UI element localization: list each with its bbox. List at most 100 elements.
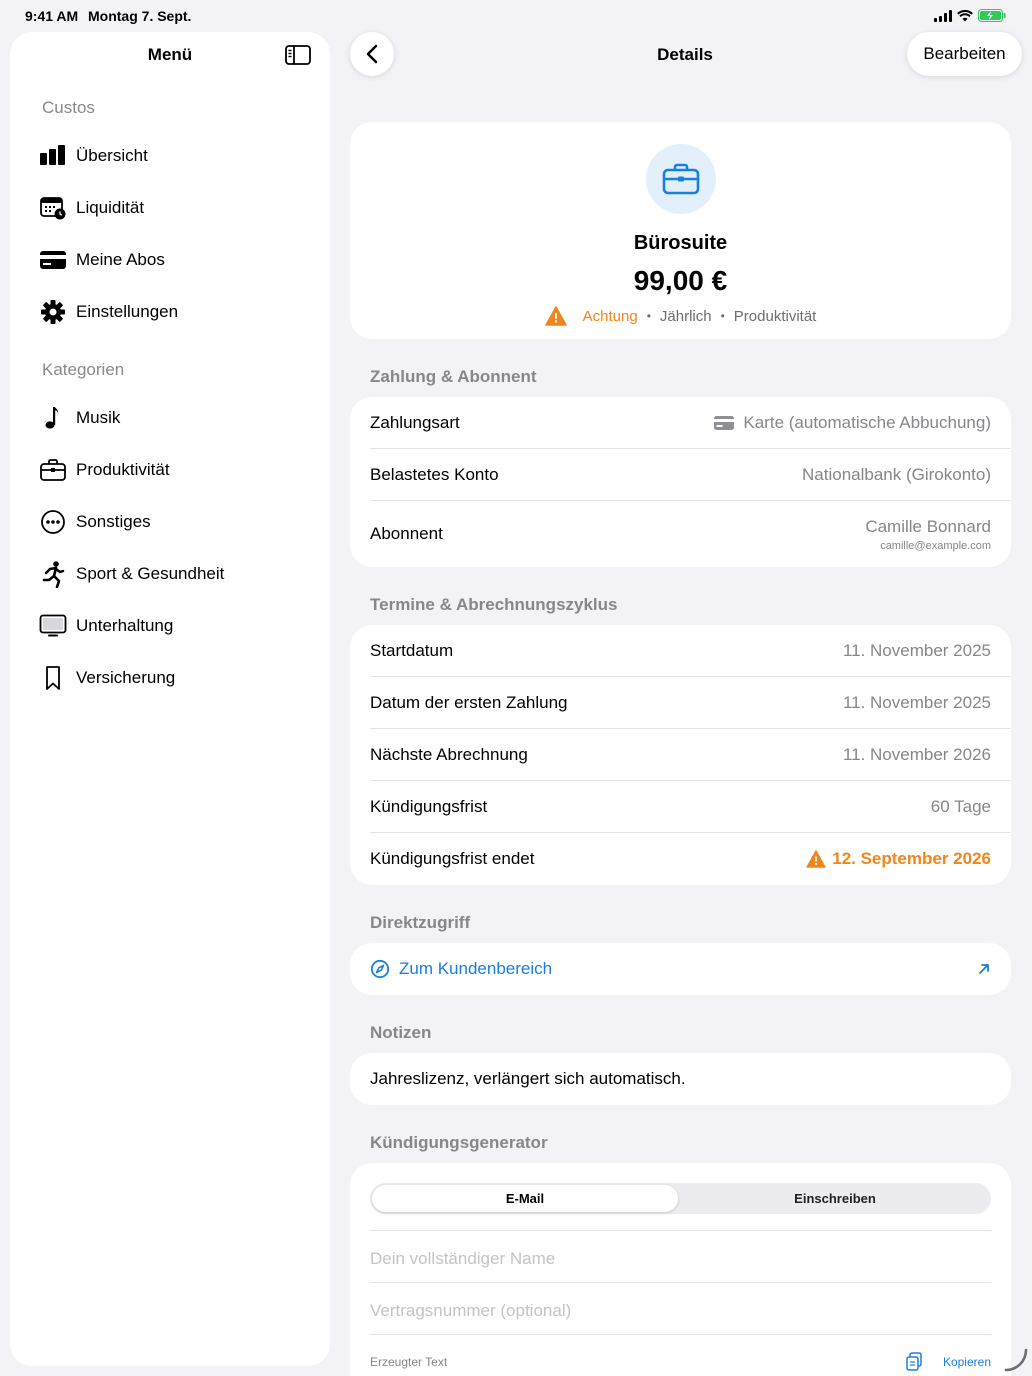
sidebar-item-label: Produktivität [76,460,170,479]
gear-icon [38,297,68,327]
link-content: Zum Kundenbereich [370,959,552,979]
start-date-row[interactable]: Startdatum 11. November 2025 [370,625,991,677]
chart-bar-icon [38,141,68,171]
sidebar-item-label: Einstellungen [76,302,179,321]
notice-period-row[interactable]: Kündigungsfrist 60 Tage [370,781,991,833]
resize-handle-icon[interactable] [1004,1348,1028,1372]
sidebar-toggle-icon[interactable] [284,44,312,66]
generated-text-label: Erzeugter Text [370,1355,448,1369]
subscriber-email: camille@example.com [880,539,991,552]
notes-row[interactable]: Jahreslizenz, verlängert sich automatisc… [370,1053,991,1105]
back-button[interactable] [350,32,394,76]
customer-portal-link[interactable]: Zum Kundenbereich [370,943,991,995]
sidebar-item-sonstiges[interactable]: Sonstiges [38,502,318,542]
section-title-notes: Notizen [370,1023,432,1042]
subscription-avatar [646,144,716,214]
row-label: Kündigungsfrist endet [370,849,535,868]
sidebar-item-label: Sonstiges [76,512,151,531]
sidebar-item-uebersicht[interactable]: Übersicht [38,136,318,176]
music-note-icon [38,403,68,433]
arrow-up-right-icon [979,964,989,974]
next-billing-row[interactable]: Nächste Abrechnung 11. November 2026 [370,729,991,781]
sidebar-item-label: Liquidität [76,198,145,217]
section-title-payment: Zahlung & Abonnent [370,367,537,386]
sidebar-item-versicherung[interactable]: Versicherung [38,658,318,698]
generator-card: E-Mail Einschreiben Dein vollständiger N… [350,1163,1011,1376]
sidebar-item-label: Sport & Gesundheit [76,564,225,583]
sidebar-item-unterhaltung[interactable]: Unterhaltung [38,606,318,646]
sidebar-item-produktivitaet[interactable]: Produktivität [38,450,318,490]
edit-button[interactable]: Bearbeiten [907,32,1022,76]
running-icon [38,559,68,589]
sidebar: Menü Custos Übersicht Liquidität Meine A… [10,32,330,1366]
ellipsis-circle-icon [38,507,68,537]
page-title: Details [657,45,713,64]
subscription-meta: Achtung • Jährlich • Produktivität [350,306,1011,326]
row-label: Datum der ersten Zahlung [370,693,568,712]
first-payment-row[interactable]: Datum der ersten Zahlung 11. November 20… [370,677,991,729]
row-label: Nächste Abrechnung [370,745,528,764]
row-value: Karte (automatische Abbuchung) [713,413,991,433]
notice-deadline-row[interactable]: Kündigungsfrist endet 12. September 2026 [370,833,991,885]
row-label: Zahlungsart [370,413,460,432]
sidebar-item-liquiditaet[interactable]: Liquidität [38,188,318,228]
deadline-date: 12. September 2026 [832,849,991,868]
row-label: Belastetes Konto [370,465,499,484]
payment-method-value: Karte (automatische Abbuchung) [743,413,991,432]
compass-icon [370,959,390,979]
row-label: Abonnent [370,524,443,543]
warning-triangle-icon [544,306,567,326]
subscription-price: 99,00 € [633,265,728,296]
notice-deadline-value: 12. September 2026 [806,849,991,869]
row-value: 11. November 2026 [842,745,991,764]
separator-dot: • [646,309,651,323]
sidebar-item-einstellungen[interactable]: Einstellungen [38,292,318,332]
battery-charging-icon [978,9,1006,22]
sidebar-item-label: Versicherung [76,668,176,687]
credit-card-icon [38,245,68,275]
separator-dot: • [720,309,725,323]
tab-email[interactable]: E-Mail [372,1185,678,1212]
copy-icon[interactable] [905,1352,923,1372]
sidebar-item-label: Meine Abos [76,250,165,269]
subscriber-row[interactable]: Abonnent Camille Bonnard camille@example… [370,501,991,567]
section-title-dates: Termine & Abrechnungszyklus [370,595,618,614]
sidebar-item-sport-gesundheit[interactable]: Sport & Gesundheit [38,554,318,594]
bookmark-icon [38,663,68,693]
billing-cycle: Jährlich [659,307,712,325]
tab-registered-letter[interactable]: Einschreiben [681,1185,989,1212]
credit-card-icon [714,416,735,430]
row-value: 60 Tage [930,797,991,816]
payment-card: Zahlungsart Karte (automatische Abbuchun… [350,397,1011,567]
row-value: 11. November 2025 [842,693,991,712]
sidebar-item-meine-abos[interactable]: Meine Abos [38,240,318,280]
sidebar-item-label: Unterhaltung [76,616,174,635]
subscription-name: Bürosuite [633,232,728,254]
calendar-clock-icon [38,193,68,223]
contract-number-input[interactable]: Vertragsnummer (optional) [370,1301,571,1321]
payment-method-row[interactable]: Zahlungsart Karte (automatische Abbuchun… [370,397,991,449]
account-row[interactable]: Belastetes Konto Nationalbank (Girokonto… [370,449,991,501]
status-time: 9:41 AM [25,8,79,24]
direct-access-card: Zum Kundenbereich [350,943,1011,995]
wifi-icon [957,9,973,21]
sidebar-item-musik[interactable]: Musik [38,398,318,438]
warning-triangle-icon [806,850,826,868]
full-name-input[interactable]: Dein vollständiger Name [370,1249,555,1269]
sidebar-section-custos: Custos [42,98,95,117]
status-date: Montag 7. Sept. [88,8,192,24]
briefcase-icon [662,163,700,195]
copy-button[interactable]: Kopieren [943,1355,991,1369]
section-title-generator: Kündigungsgenerator [370,1133,548,1152]
row-label: Kündigungsfrist [370,797,488,816]
notes-card: Jahreslizenz, verlängert sich automatisc… [350,1053,1011,1105]
row-value: 11. November 2025 [842,641,991,660]
status-bar: 9:41 AM Montag 7. Sept. [0,0,1032,32]
divider [370,1334,991,1335]
dates-card: Startdatum 11. November 2025 Datum der e… [350,625,1011,885]
sidebar-item-label: Übersicht [76,146,148,165]
tv-icon [38,611,68,641]
divider [370,1282,991,1283]
subscription-header-card: Bürosuite 99,00 € Achtung • Jährlich • P… [350,122,1011,339]
subscriber-name: Camille Bonnard [865,516,991,536]
